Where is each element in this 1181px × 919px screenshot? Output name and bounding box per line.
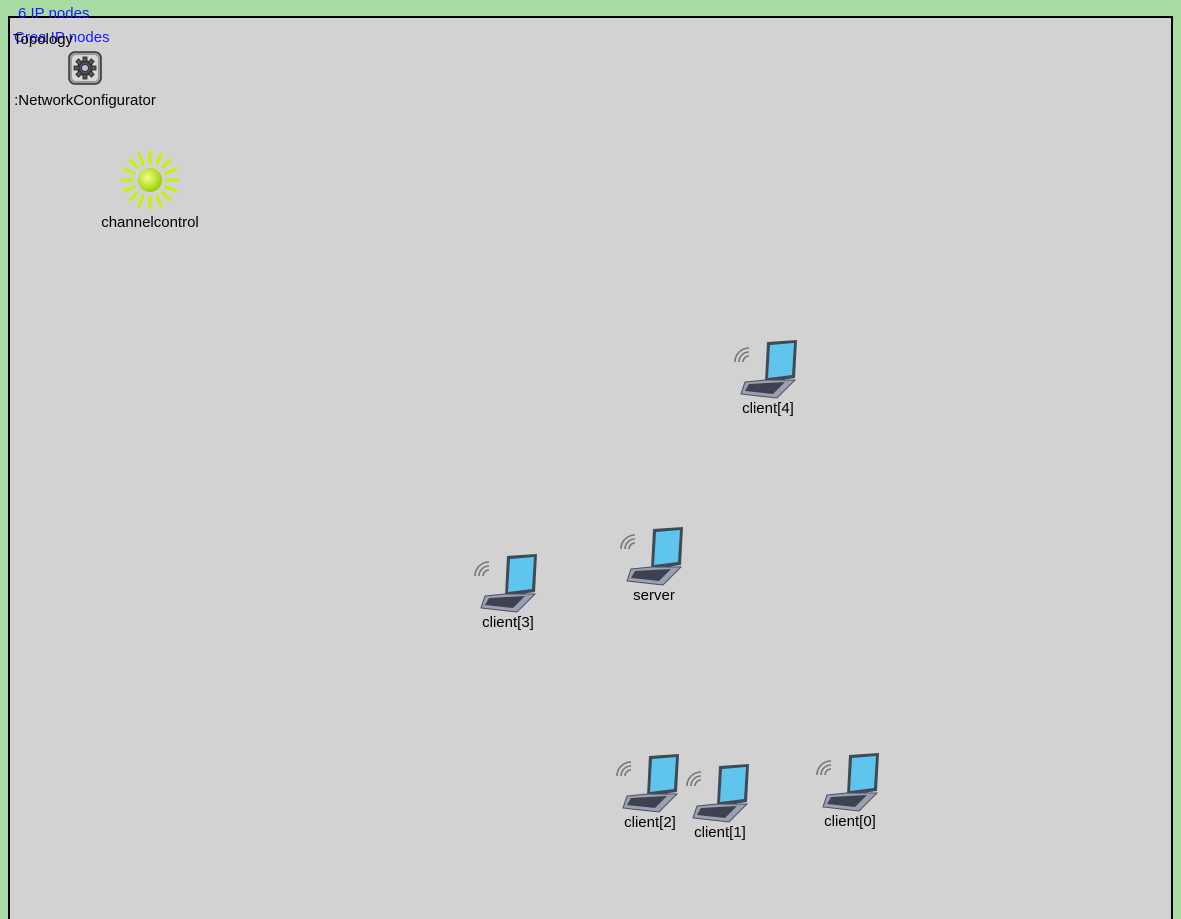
host-label: client[3] <box>482 614 534 631</box>
host-label: client[4] <box>742 400 794 417</box>
host-label: client[1] <box>694 824 746 841</box>
wireless-laptop-icon <box>616 754 679 813</box>
wireless-laptop-icon <box>686 764 749 823</box>
gear-icon <box>68 51 102 85</box>
wireless-laptop-icon <box>816 753 879 812</box>
channelcontrol-module[interactable]: channelcontrol <box>80 150 220 231</box>
wireless-laptop-icon <box>734 340 797 399</box>
host-client-3[interactable]: client[3] <box>465 550 551 631</box>
host-server[interactable]: server <box>611 523 697 604</box>
host-client-1[interactable]: client[1] <box>677 760 763 841</box>
wireless-laptop-icon <box>620 527 683 586</box>
configurator-label: :NetworkConfigurator <box>14 92 156 109</box>
host-label: server <box>633 587 675 604</box>
status-line-ip-nodes: 6 IP nodes <box>18 5 90 22</box>
host-client-0[interactable]: client[0] <box>807 749 893 830</box>
network-title: Topology <box>13 31 74 48</box>
host-label: client[0] <box>824 813 876 830</box>
network-canvas[interactable]: 6 IP nodes Crea IP nodes Topology :Netwo… <box>8 6 1173 919</box>
sun-icon <box>120 150 180 210</box>
host-client-4[interactable]: client[4] <box>725 336 811 417</box>
channelcontrol-label: channelcontrol <box>101 214 199 231</box>
wireless-laptop-icon <box>474 554 537 613</box>
network-configurator-module[interactable]: :NetworkConfigurator <box>0 50 170 109</box>
